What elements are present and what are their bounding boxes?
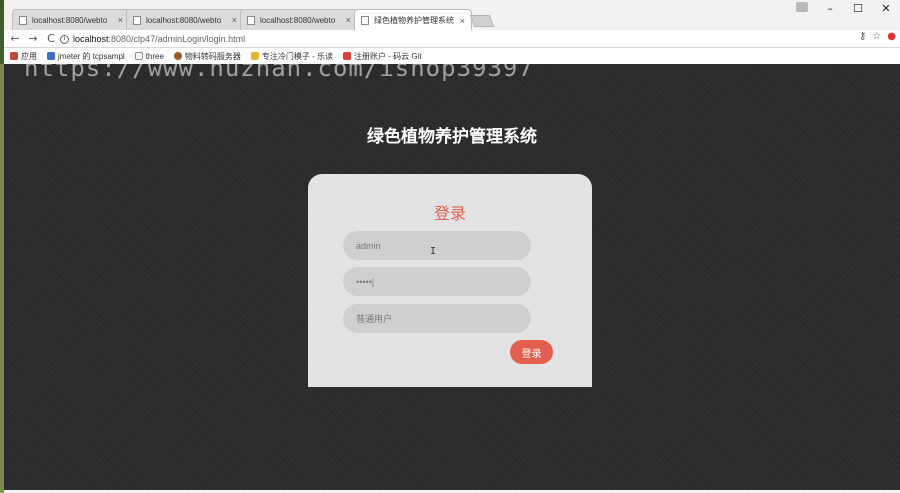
maximize-button[interactable]: ☐ [844,0,872,18]
tab-active[interactable]: 绿色植物养护管理系统 × [354,9,472,31]
tab-title: localhost:8080/webto [32,15,108,25]
new-tab-button[interactable] [469,15,495,27]
window-controls: – ☐ ✕ [816,0,900,18]
close-icon[interactable]: × [118,15,123,25]
close-icon[interactable]: × [460,16,465,26]
tab-1[interactable]: localhost:8080/webto × [12,9,130,30]
close-icon[interactable]: × [346,15,351,25]
back-button[interactable]: ← [8,32,22,45]
close-window-button[interactable]: ✕ [872,0,900,18]
minimize-button[interactable]: – [816,0,844,18]
password-input[interactable]: •••••| [343,267,531,296]
text-cursor-icon: I [430,246,437,257]
reload-button[interactable]: C [44,32,58,45]
username-input[interactable]: admin [343,231,531,260]
login-button[interactable]: 登录 [510,340,553,364]
address-bar[interactable]: i localhost :8080/clp47/adminLogin/login… [60,32,880,46]
tab-strip: localhost:8080/webto × localhost:8080/we… [4,0,900,31]
browser-window: localhost:8080/webto × localhost:8080/we… [4,0,900,493]
browser-toolbar: ← → C i localhost :8080/clp47/adminLogin… [4,30,900,48]
page-icon [247,15,255,25]
login-heading: 登录 [433,204,466,223]
key-icon[interactable]: ⚷ [859,31,866,42]
toolbar-actions: ⚷ ☆ ● [859,31,896,42]
tab-title: localhost:8080/webto [146,15,222,25]
tab-3[interactable]: localhost:8080/webto × [240,9,358,30]
page-icon [133,15,141,25]
forward-button[interactable]: → [26,32,40,45]
watermark-text: https://www.huzhan.com/ishop39397 [24,54,534,82]
url-host: localhost [73,34,109,44]
profile-icon[interactable] [796,2,808,12]
page-icon [19,15,27,25]
tab-title: localhost:8080/webto [260,15,336,25]
info-icon[interactable]: i [60,34,69,44]
tab-title: 绿色植物养护管理系统 [374,16,454,25]
extension-icon[interactable]: ● [887,31,896,42]
star-icon[interactable]: ☆ [872,31,881,42]
apps-icon [10,52,18,60]
url-path: :8080/clp47/adminLogin/login.html [108,34,246,44]
page-title: 绿色植物养护管理系统 [367,127,537,147]
desktop-edge [0,64,4,490]
login-page: https://www.huzhan.com/ishop39397 绿色植物养护… [4,54,900,490]
tab-2[interactable]: localhost:8080/webto × [126,9,244,30]
page-icon [361,16,369,25]
login-form: 登录 admin I •••••| 普通用户 登录 [308,174,592,387]
close-icon[interactable]: × [232,15,237,25]
role-select[interactable]: 普通用户 [343,304,531,333]
